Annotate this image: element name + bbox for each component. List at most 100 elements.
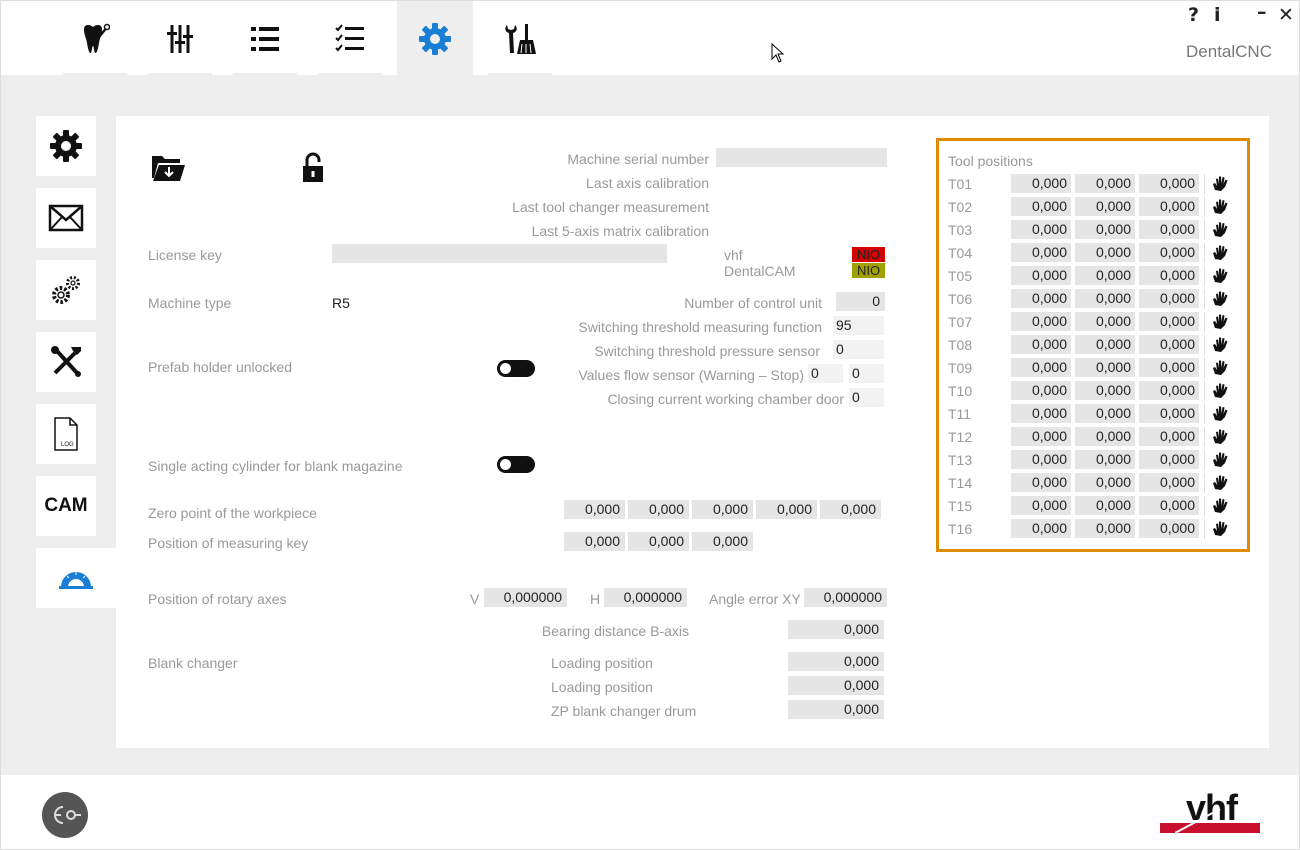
switching-measuring-field[interactable]: 95 — [833, 316, 884, 335]
side-tab-gears[interactable] — [36, 260, 96, 320]
tool-coordinate-field[interactable]: 0,000 — [1139, 243, 1199, 262]
measuring-key-field[interactable]: 0,000 — [564, 532, 625, 551]
tool-coordinate-field[interactable]: 0,000 — [1075, 358, 1135, 377]
hand-teach-icon[interactable] — [1212, 197, 1230, 215]
side-tab-tools[interactable] — [36, 332, 96, 392]
license-key-field[interactable] — [332, 244, 667, 263]
hand-teach-icon[interactable] — [1212, 312, 1230, 330]
side-tab-messages[interactable] — [36, 188, 96, 248]
hand-teach-icon[interactable] — [1212, 266, 1230, 284]
tool-coordinate-field[interactable]: 0,000 — [1139, 335, 1199, 354]
close-button[interactable]: ✕ — [1278, 4, 1294, 26]
single-cylinder-toggle[interactable] — [497, 456, 535, 473]
tool-coordinate-field[interactable]: 0,000 — [1075, 266, 1135, 285]
tool-coordinate-field[interactable]: 0,000 — [1011, 450, 1071, 469]
hand-teach-icon[interactable] — [1212, 289, 1230, 307]
tool-coordinate-field[interactable]: 0,000 — [1139, 266, 1199, 285]
unlock-icon[interactable] — [301, 152, 325, 184]
tool-coordinate-field[interactable]: 0,000 — [1075, 312, 1135, 331]
prefab-holder-toggle[interactable] — [497, 360, 535, 377]
tab-checklist[interactable] — [312, 1, 388, 76]
hand-teach-icon[interactable] — [1212, 427, 1230, 445]
measuring-key-field[interactable]: 0,000 — [692, 532, 753, 551]
tab-settings[interactable] — [397, 1, 473, 76]
tool-coordinate-field[interactable]: 0,000 — [1139, 427, 1199, 446]
loading-position-field[interactable]: 0,000 — [788, 676, 884, 695]
zero-point-field[interactable]: 0,000 — [564, 500, 625, 519]
tool-coordinate-field[interactable]: 0,000 — [1011, 289, 1071, 308]
tool-coordinate-field[interactable]: 0,000 — [1075, 496, 1135, 515]
tab-sliders[interactable] — [142, 1, 218, 76]
tool-coordinate-field[interactable]: 0,000 — [1139, 519, 1199, 538]
hand-teach-icon[interactable] — [1212, 381, 1230, 399]
tool-coordinate-field[interactable]: 0,000 — [1011, 174, 1071, 193]
tool-coordinate-field[interactable]: 0,000 — [1139, 197, 1199, 216]
hand-teach-icon[interactable] — [1212, 519, 1230, 537]
tool-coordinate-field[interactable]: 0,000 — [1139, 473, 1199, 492]
hand-teach-icon[interactable] — [1212, 358, 1230, 376]
zero-point-field[interactable]: 0,000 — [628, 500, 689, 519]
tool-coordinate-field[interactable]: 0,000 — [1139, 358, 1199, 377]
flow-sensor-warning-field[interactable]: 0 — [808, 364, 843, 383]
tool-coordinate-field[interactable]: 0,000 — [1075, 220, 1135, 239]
tool-coordinate-field[interactable]: 0,000 — [1139, 404, 1199, 423]
minimize-button[interactable]: – — [1257, 1, 1267, 23]
hand-teach-icon[interactable] — [1212, 174, 1230, 192]
tool-coordinate-field[interactable]: 0,000 — [1139, 381, 1199, 400]
side-tab-log[interactable]: LOG — [36, 404, 96, 464]
hand-teach-icon[interactable] — [1212, 335, 1230, 353]
tool-coordinate-field[interactable]: 0,000 — [1075, 404, 1135, 423]
tool-coordinate-field[interactable]: 0,000 — [1075, 289, 1135, 308]
tool-coordinate-field[interactable]: 0,000 — [1075, 197, 1135, 216]
tool-coordinate-field[interactable]: 0,000 — [1011, 404, 1071, 423]
tool-coordinate-field[interactable]: 0,000 — [1139, 496, 1199, 515]
zero-point-field[interactable]: 0,000 — [756, 500, 817, 519]
tool-coordinate-field[interactable]: 0,000 — [1075, 427, 1135, 446]
hand-teach-icon[interactable] — [1212, 496, 1230, 514]
flow-sensor-stop-field[interactable]: 0 — [849, 364, 884, 383]
tool-coordinate-field[interactable]: 0,000 — [1139, 450, 1199, 469]
plug-disconnect-icon[interactable] — [41, 791, 89, 839]
zero-point-field[interactable]: 0,000 — [820, 500, 881, 519]
tool-coordinate-field[interactable]: 0,000 — [1011, 266, 1071, 285]
tab-dental[interactable] — [57, 1, 133, 76]
serial-number-field[interactable] — [716, 148, 887, 167]
rotary-h-field[interactable]: 0,000000 — [604, 588, 687, 607]
tool-coordinate-field[interactable]: 0,000 — [1011, 473, 1071, 492]
tool-coordinate-field[interactable]: 0,000 — [1075, 243, 1135, 262]
tool-coordinate-field[interactable]: 0,000 — [1075, 473, 1135, 492]
tool-coordinate-field[interactable]: 0,000 — [1075, 519, 1135, 538]
hand-teach-icon[interactable] — [1212, 404, 1230, 422]
tool-coordinate-field[interactable]: 0,000 — [1011, 312, 1071, 331]
switching-pressure-field[interactable]: 0 — [833, 340, 884, 359]
tool-coordinate-field[interactable]: 0,000 — [1011, 335, 1071, 354]
control-unit-field[interactable]: 0 — [836, 292, 885, 311]
measuring-key-field[interactable]: 0,000 — [628, 532, 689, 551]
tool-coordinate-field[interactable]: 0,000 — [1139, 289, 1199, 308]
tool-coordinate-field[interactable]: 0,000 — [1011, 496, 1071, 515]
hand-teach-icon[interactable] — [1212, 243, 1230, 261]
side-tab-cam[interactable]: CAM — [36, 476, 96, 536]
tool-coordinate-field[interactable]: 0,000 — [1011, 381, 1071, 400]
tool-coordinate-field[interactable]: 0,000 — [1139, 312, 1199, 331]
tool-coordinate-field[interactable]: 0,000 — [1139, 174, 1199, 193]
rotary-v-field[interactable]: 0,000000 — [484, 588, 567, 607]
hand-teach-icon[interactable] — [1212, 473, 1230, 491]
bearing-distance-field[interactable]: 0,000 — [788, 620, 884, 639]
side-tab-calibration[interactable] — [36, 548, 116, 608]
loading-position-field[interactable]: 0,000 — [788, 652, 884, 671]
tool-coordinate-field[interactable]: 0,000 — [1011, 243, 1071, 262]
tab-list[interactable] — [227, 1, 303, 76]
side-tab-settings[interactable] — [36, 116, 96, 176]
help-button[interactable]: ? — [1188, 4, 1199, 26]
tool-coordinate-field[interactable]: 0,000 — [1011, 519, 1071, 538]
zp-blank-changer-field[interactable]: 0,000 — [788, 700, 884, 719]
closing-current-field[interactable]: 0 — [849, 388, 884, 407]
zero-point-field[interactable]: 0,000 — [692, 500, 753, 519]
angle-error-field[interactable]: 0,000000 — [804, 588, 887, 607]
tool-coordinate-field[interactable]: 0,000 — [1075, 450, 1135, 469]
tool-coordinate-field[interactable]: 0,000 — [1011, 220, 1071, 239]
folder-import-icon[interactable] — [150, 152, 186, 182]
tool-coordinate-field[interactable]: 0,000 — [1139, 220, 1199, 239]
tool-coordinate-field[interactable]: 0,000 — [1075, 174, 1135, 193]
